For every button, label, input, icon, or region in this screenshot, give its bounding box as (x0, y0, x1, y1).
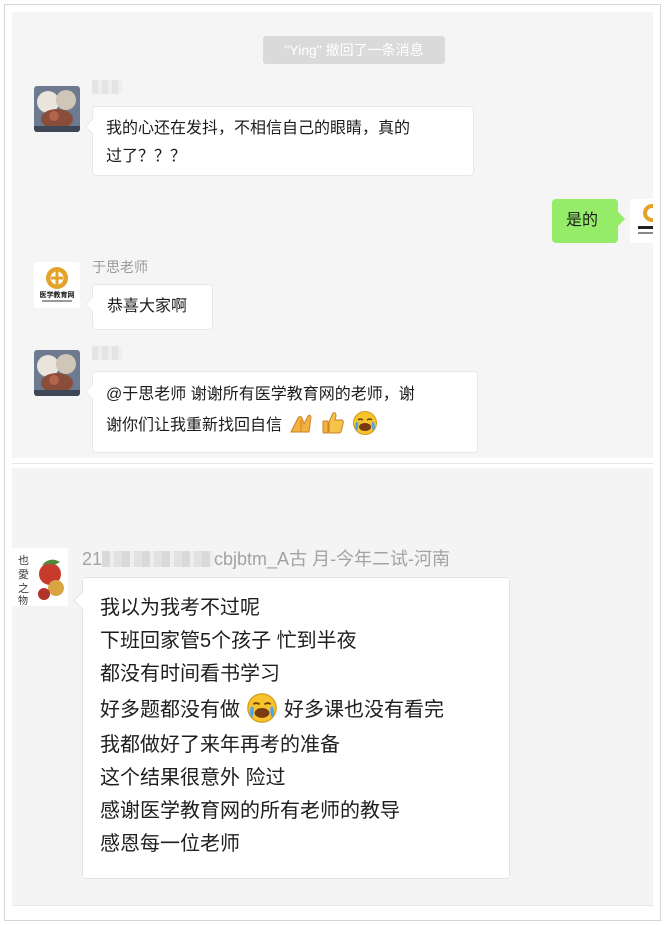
user-avatar[interactable] (34, 86, 80, 132)
user-avatar[interactable] (34, 350, 80, 396)
message-line-text: 谢你们让我重新找回自信 (106, 417, 283, 434)
self-avatar[interactable] (630, 199, 653, 243)
user-avatar[interactable]: 也 愛 之 物 (12, 548, 68, 606)
section-divider (12, 463, 653, 464)
svg-text:愛: 愛 (18, 568, 29, 581)
sender-name-suffix: cbjbtm_A古 月-今年二试-河南 (214, 549, 451, 569)
hands-icon (288, 410, 314, 436)
message-line: 感谢医学教育网的所有老师的教导 (100, 800, 400, 822)
message-line: 我以为我考不过呢 (100, 597, 260, 619)
section-divider (12, 905, 653, 906)
message-line: 好多题都没有做 好多课也没有看完 (100, 691, 493, 729)
svg-text:也: 也 (18, 554, 29, 567)
message-line: 是的 (566, 212, 599, 229)
sender-name-redacted (92, 80, 122, 94)
message-bubble[interactable]: @于思老师 谢谢所有医学教育网的老师，谢 谢你们让我重新找回自信 (92, 371, 478, 453)
logo-text: 医学教育网 (40, 290, 75, 299)
sender-name-prefix: 21 (82, 549, 103, 569)
sender-name: 21 cbjbtm_A古 月-今年二试-河南 (82, 545, 450, 571)
thumbs-up-icon (320, 410, 346, 436)
system-notice: "Ying" 撤回了一条消息 (263, 36, 445, 64)
crying-laugh-icon (352, 410, 378, 436)
message-bubble[interactable]: 恭喜大家啊 (92, 284, 213, 330)
message-line-text: 好多课也没有看完 (284, 699, 444, 721)
message-line: 谢你们让我重新找回自信 (106, 410, 464, 441)
svg-text:之: 之 (18, 581, 29, 595)
message-line: 感恩每一位老师 (100, 833, 240, 855)
sender-name-redacted (92, 346, 122, 360)
message-bubble[interactable]: 我的心还在发抖，不相信自己的眼睛，真的 过了？？？ (92, 106, 474, 176)
svg-text:物: 物 (18, 594, 28, 606)
message-line: 这个结果很意外 险过 (100, 767, 286, 789)
sender-name-redacted (102, 551, 215, 567)
self-message-bubble[interactable]: 是的 (552, 199, 618, 243)
message-line: 过了？？？ (106, 148, 187, 165)
message-line: 恭喜大家啊 (107, 298, 188, 315)
sender-name: 于思老师 (92, 259, 148, 275)
message-line-text: 好多题都没有做 (100, 699, 240, 721)
message-line: 都没有时间看书学习 (100, 663, 280, 685)
message-line: @于思老师 谢谢所有医学教育网的老师，谢 (106, 386, 415, 403)
message-line: 我的心还在发抖，不相信自己的眼睛，真的 (106, 120, 411, 137)
message-line: 我都做好了来年再考的准备 (100, 734, 340, 756)
message-line: 下班回家管5个孩子 忙到半夜 (100, 630, 357, 652)
crying-laugh-icon (246, 692, 278, 724)
teacher-avatar[interactable]: 医学教育网 (34, 262, 80, 308)
message-bubble[interactable]: 我以为我考不过呢 下班回家管5个孩子 忙到半夜 都没有时间看书学习 好多题都没有… (82, 577, 510, 879)
